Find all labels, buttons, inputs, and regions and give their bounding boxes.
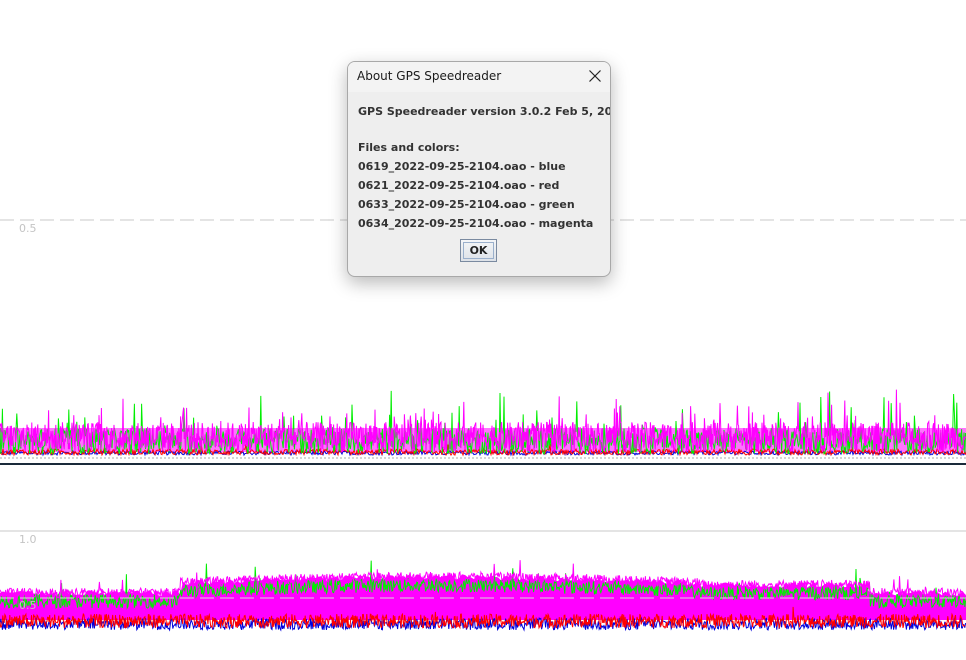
bottom-traces [0, 560, 966, 632]
about-dialog: About GPS Speedreader GPS Speedreader ve… [347, 61, 611, 277]
close-button[interactable] [582, 64, 608, 88]
gridline-label-0-5-bottom: 0.5 [19, 599, 37, 612]
dialog-titlebar[interactable]: About GPS Speedreader [348, 62, 610, 92]
file-entry-green: 0633_2022-09-25-2104.oao - green [358, 198, 575, 211]
files-heading: Files and colors: [358, 141, 460, 154]
top-traces [0, 389, 966, 457]
gridline-label-0-5: 0.5 [19, 222, 37, 235]
speed-plot-bottom: 1.0 0.5 [0, 530, 966, 632]
file-entry-magenta: 0634_2022-09-25-2104.oao - magenta [358, 217, 594, 230]
file-entry-red: 0621_2022-09-25-2104.oao - red [358, 179, 560, 192]
application-window: 0.5 1.0 0.5 About GPS Speedreader GPS Sp… [0, 0, 966, 660]
gridline-label-1-0: 1.0 [19, 533, 37, 546]
file-entry-blue: 0619_2022-09-25-2104.oao - blue [358, 160, 566, 173]
close-icon [589, 70, 601, 82]
dialog-body: GPS Speedreader version 3.0.2 Feb 5, 202… [358, 102, 611, 233]
dialog-title: About GPS Speedreader [357, 69, 502, 83]
version-text: GPS Speedreader version 3.0.2 Feb 5, 202… [358, 105, 611, 118]
ok-button[interactable]: OK [460, 239, 497, 262]
